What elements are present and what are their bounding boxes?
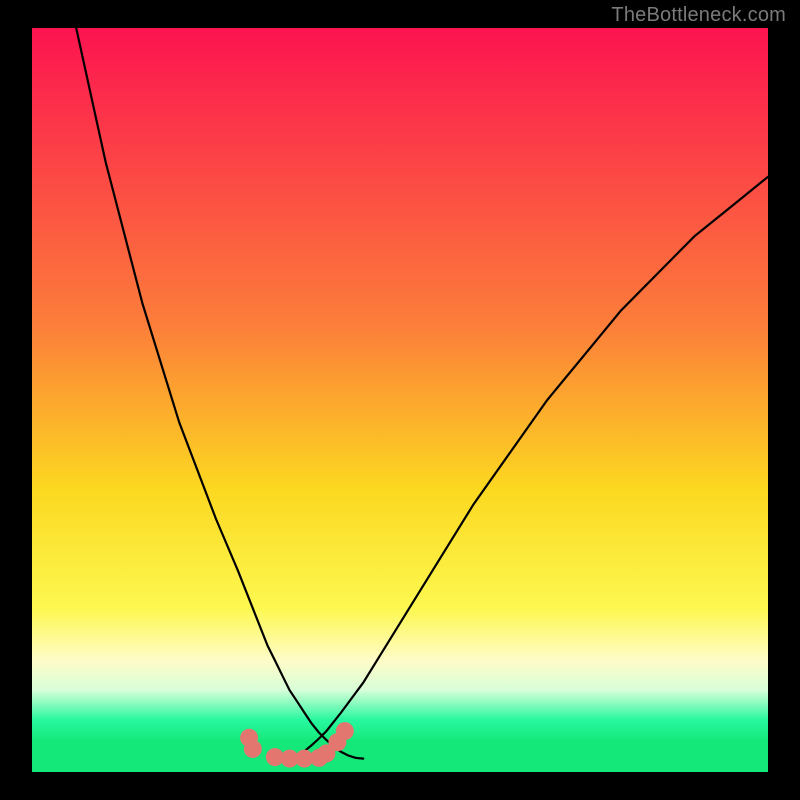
bottleneck-chart <box>0 0 800 800</box>
plot-background <box>32 28 768 772</box>
chart-frame: TheBottleneck.com <box>0 0 800 800</box>
data-marker <box>244 740 262 758</box>
watermark-text: TheBottleneck.com <box>611 4 786 27</box>
data-marker <box>336 722 354 740</box>
